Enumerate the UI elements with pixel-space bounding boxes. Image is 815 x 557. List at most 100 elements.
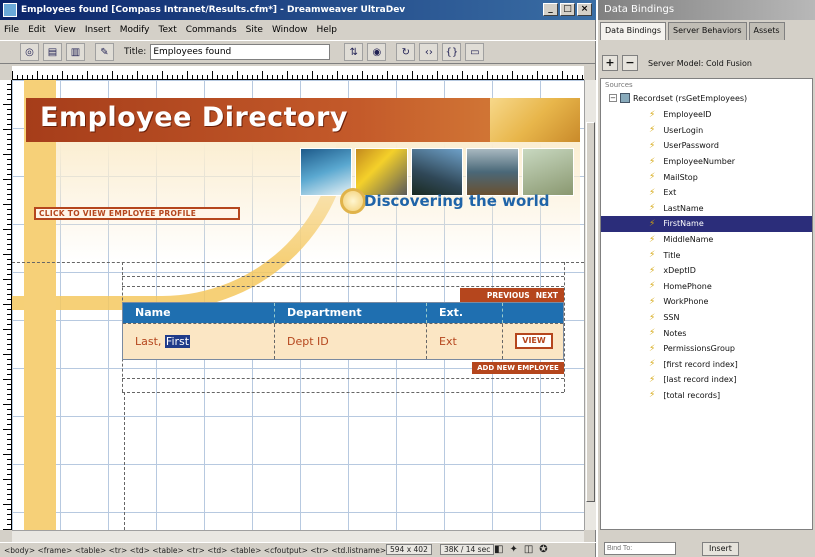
field-label: WorkPhone: [663, 297, 709, 307]
panel-tabs: Data Bindings Server Behaviors Assets: [600, 22, 813, 40]
field-icon: ⚡: [649, 343, 656, 354]
list-item[interactable]: ⚡ UserLogin: [601, 123, 812, 139]
remove-binding-button[interactable]: −: [622, 55, 638, 71]
minimize-button[interactable]: _: [543, 3, 558, 16]
design-canvas[interactable]: Employee Directory Discovering the world…: [12, 80, 584, 530]
design-view-icon[interactable]: ▥: [66, 43, 85, 61]
braces-icon[interactable]: {}: [442, 43, 462, 61]
html-styles-icon[interactable]: ◫: [524, 544, 533, 555]
collapse-icon[interactable]: −: [609, 94, 617, 102]
field-icon: ⚡: [649, 390, 656, 401]
list-item[interactable]: ⚡ SSN: [601, 310, 812, 326]
tab-server-behaviors[interactable]: Server Behaviors: [668, 22, 747, 40]
menu-help[interactable]: Help: [316, 25, 337, 35]
next-link[interactable]: NEXT: [536, 291, 558, 300]
mountain-biker-photo: [466, 148, 519, 196]
list-item[interactable]: ⚡ [first record index]: [601, 357, 812, 373]
list-item[interactable]: ⚡ EmployeeNumber: [601, 154, 812, 170]
page-heading: Employee Directory: [40, 102, 349, 133]
live-data-icon[interactable]: ✎: [95, 43, 114, 61]
close-button[interactable]: ×: [577, 3, 592, 16]
list-item-selected[interactable]: ⚡ FirstName: [601, 216, 812, 232]
table-header: Name Department Ext.: [123, 303, 563, 323]
page-title-input[interactable]: [150, 44, 331, 60]
list-item[interactable]: ⚡ LastName: [601, 201, 812, 217]
ext-cell[interactable]: Ext: [427, 324, 503, 359]
vertical-scrollbar[interactable]: [584, 80, 596, 530]
refresh-icon[interactable]: ↻: [396, 43, 416, 61]
field-icon: ⚡: [649, 250, 656, 261]
database-icon: [620, 93, 630, 103]
menu-window[interactable]: Window: [272, 25, 308, 35]
menu-edit[interactable]: Edit: [28, 25, 45, 35]
server-model-label: Server Model: Cold Fusion: [648, 58, 752, 68]
preview-browser-icon[interactable]: ◉: [367, 43, 387, 61]
list-item[interactable]: ⚡ Notes: [601, 325, 812, 341]
list-item[interactable]: ⚡ HomePhone: [601, 279, 812, 295]
menu-insert[interactable]: Insert: [85, 25, 111, 35]
panel-title[interactable]: Data Bindings: [598, 0, 815, 20]
bind-to-field[interactable]: [604, 542, 676, 555]
site-icon[interactable]: ◧: [494, 544, 503, 555]
field-icon: ⚡: [649, 187, 656, 198]
scrollbar-thumb[interactable]: [586, 122, 595, 502]
list-item[interactable]: ⚡ xDeptID: [601, 263, 812, 279]
window-size-indicator[interactable]: 594 x 402: [386, 544, 432, 555]
list-item[interactable]: ⚡ UserPassword: [601, 138, 812, 154]
list-item[interactable]: ⚡ [last record index]: [601, 372, 812, 388]
view-profile-link[interactable]: CLICK TO VIEW EMPLOYEE PROFILE: [34, 207, 240, 220]
add-binding-button[interactable]: +: [602, 55, 618, 71]
code-navigation-icon[interactable]: ‹›: [419, 43, 439, 61]
assets-icon[interactable]: ✦: [509, 544, 517, 555]
list-item[interactable]: ⚡ MailStop: [601, 169, 812, 185]
download-time-indicator: 38K / 14 sec: [440, 544, 495, 555]
list-item[interactable]: ⚡ Title: [601, 247, 812, 263]
column-header-name: Name: [123, 303, 275, 323]
field-label: EmployeeNumber: [663, 157, 736, 167]
tag-selector[interactable]: <body> <frame> <table> <tr> <td> <table>…: [4, 546, 386, 555]
menu-view[interactable]: View: [55, 25, 76, 35]
globe-icon: [340, 188, 366, 214]
horizontal-scrollbar[interactable]: [12, 530, 584, 542]
list-item[interactable]: ⚡ PermissionsGroup: [601, 341, 812, 357]
list-item[interactable]: ⚡ Ext: [601, 185, 812, 201]
list-item[interactable]: ⚡ EmployeeID: [601, 107, 812, 123]
field-icon: ⚡: [649, 109, 656, 120]
menu-file[interactable]: File: [4, 25, 19, 35]
bindings-tree[interactable]: Sources − Recordset (rsGetEmployees) ⚡ Em…: [600, 78, 813, 530]
field-label: xDeptID: [663, 266, 696, 276]
add-employee-link[interactable]: ADD NEW EMPLOYEE: [472, 362, 564, 374]
tab-assets[interactable]: Assets: [748, 22, 785, 40]
window-title: Employees found [Compass Intranet/Result…: [21, 5, 406, 15]
list-item[interactable]: ⚡ MiddleName: [601, 232, 812, 248]
name-cell[interactable]: Last, First: [123, 324, 275, 359]
behaviors-icon[interactable]: ✪: [539, 544, 547, 555]
field-list: ⚡ EmployeeID ⚡ UserLogin ⚡ UserPassword ⚡ Em…: [601, 107, 812, 403]
maximize-button[interactable]: □: [560, 3, 575, 16]
menu-site[interactable]: Site: [246, 25, 263, 35]
window-titlebar[interactable]: Employees found [Compass Intranet/Result…: [0, 0, 596, 20]
menu-text[interactable]: Text: [159, 25, 177, 35]
field-label: Notes: [663, 328, 687, 338]
field-label: [first record index]: [663, 359, 738, 369]
layout-guide: [12, 262, 584, 263]
window-controls: _ □ ×: [543, 3, 592, 16]
list-item[interactable]: ⚡ [total records]: [601, 388, 812, 404]
split-view-icon[interactable]: ▤: [43, 43, 62, 61]
menu-modify[interactable]: Modify: [120, 25, 150, 35]
view-options-icon[interactable]: ▭: [465, 43, 485, 61]
recordset-node[interactable]: − Recordset (rsGetEmployees): [609, 93, 747, 103]
file-management-icon[interactable]: ⇅: [344, 43, 364, 61]
record-navigation: PREVIOUS NEXT: [460, 288, 564, 302]
tab-data-bindings[interactable]: Data Bindings: [600, 22, 667, 40]
department-cell[interactable]: Dept ID: [275, 324, 427, 359]
list-item[interactable]: ⚡ WorkPhone: [601, 294, 812, 310]
previous-link[interactable]: PREVIOUS: [487, 291, 530, 300]
insert-button[interactable]: Insert: [702, 541, 739, 556]
code-view-icon[interactable]: ◎: [20, 43, 39, 61]
field-label: MiddleName: [663, 235, 714, 245]
first-name-placeholder: First: [164, 335, 191, 348]
menu-commands[interactable]: Commands: [186, 25, 237, 35]
dreamweaver-app-icon: [3, 3, 17, 17]
view-button[interactable]: VIEW: [515, 333, 553, 349]
